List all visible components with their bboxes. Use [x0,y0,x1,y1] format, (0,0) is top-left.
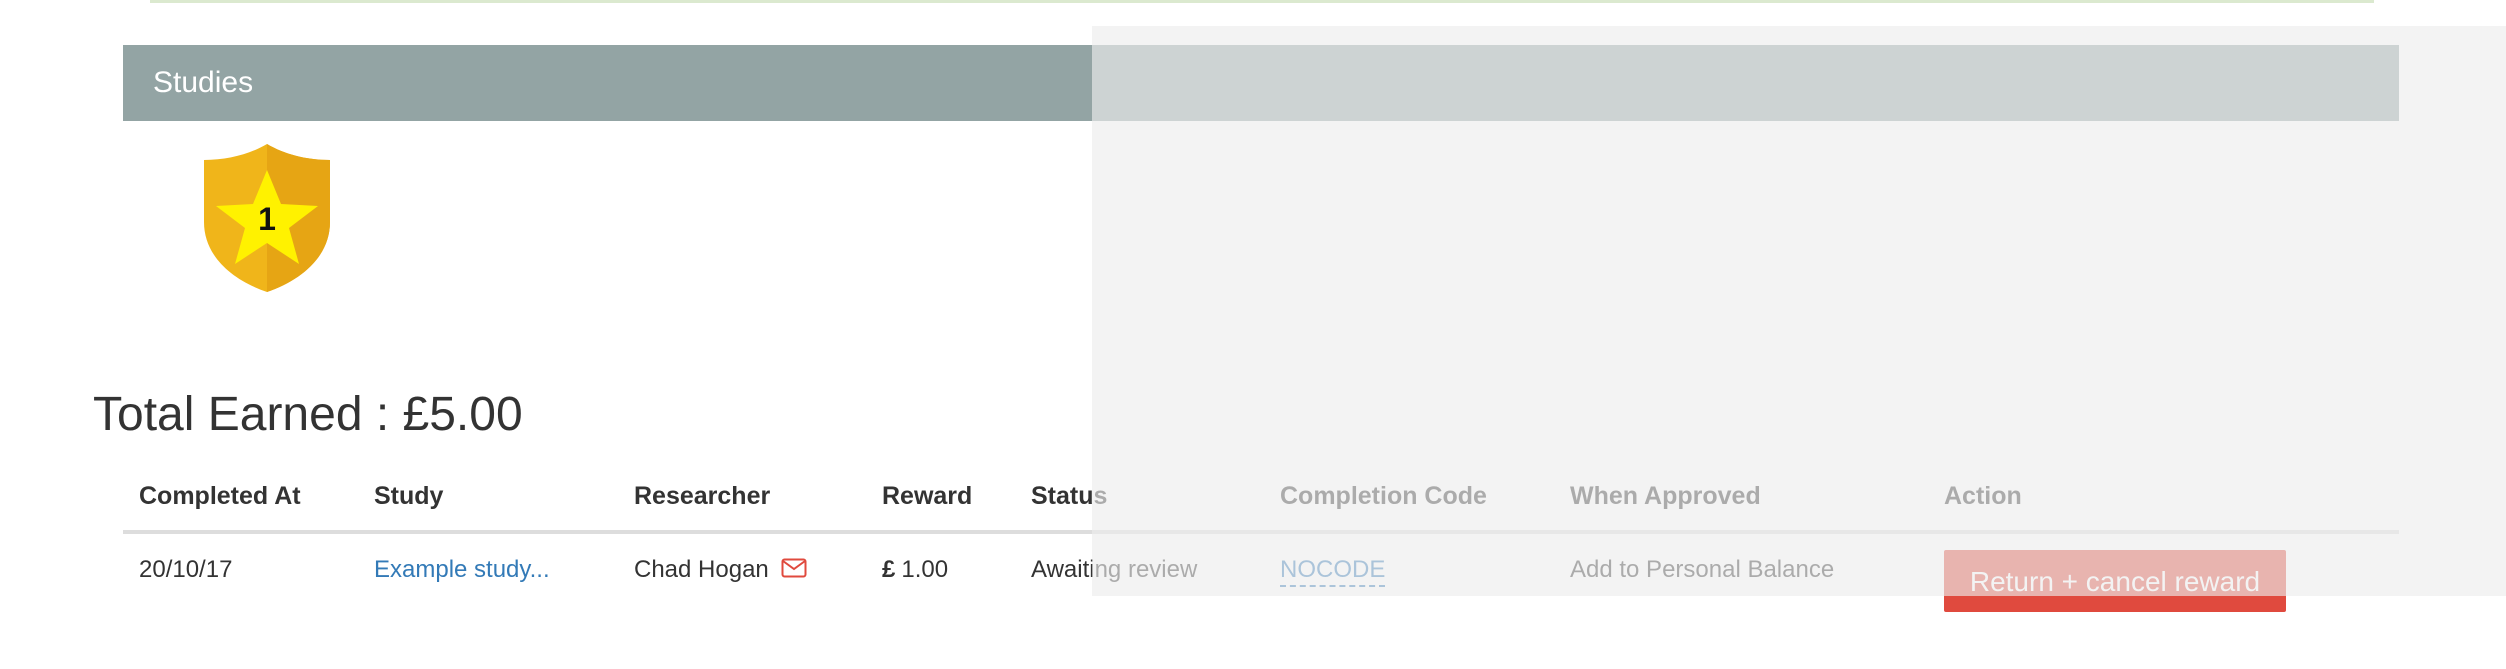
col-header-researcher: Researcher [634,482,771,510]
col-header-when-approved: When Approved [1570,482,1761,510]
completion-code-link[interactable]: NOCODE [1280,555,1386,587]
table-header-divider [123,530,2399,534]
shield-star-icon: 1 [204,144,330,292]
col-header-reward: Reward [882,482,973,510]
col-header-completion-code: Completion Code [1280,482,1487,510]
col-header-action: Action [1944,482,2022,510]
cell-completion-code: NOCODE [1280,536,1386,604]
reward-value: 1.00 [901,556,949,583]
panel-title: Studies [153,66,254,99]
studies-panel-heading: Studies [123,45,2399,121]
col-header-study: Study [374,482,444,510]
badge-count: 1 [258,201,276,237]
achievement-badge: 1 [198,140,336,296]
envelope-icon[interactable] [781,537,807,605]
currency-icon: £ [882,556,896,583]
alert-bottom-border [150,0,2374,3]
study-link[interactable]: Example study... [374,536,550,604]
table-row: 20/10/17 Example study... Chad Hogan £1.… [123,536,2399,636]
cell-reward: £1.00 [882,536,948,604]
cell-researcher: Chad Hogan [634,536,807,604]
col-header-completed-at: Completed At [139,482,301,510]
cell-completed-at: 20/10/17 [139,556,233,583]
researcher-name: Chad Hogan [634,556,769,583]
cell-when-approved: Add to Personal Balance [1570,556,1835,583]
total-earned: Total Earned : £5.00 [93,388,523,441]
return-cancel-reward-button[interactable]: Return + cancel reward [1944,550,2286,612]
col-header-status: Status [1031,482,1108,510]
cell-status: Awaiting review [1031,556,1198,583]
